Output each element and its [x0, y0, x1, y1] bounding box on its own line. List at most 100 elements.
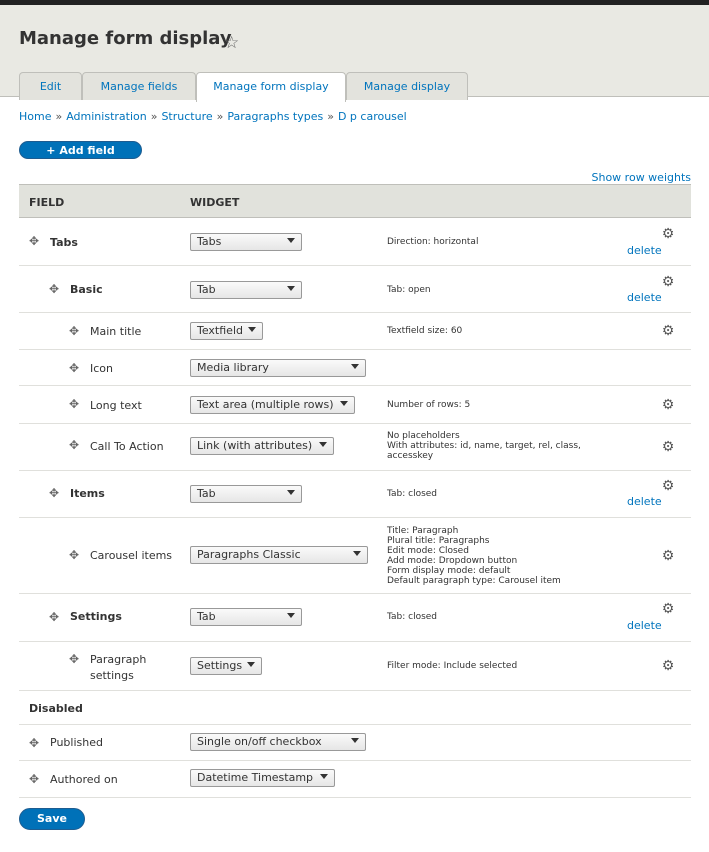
field-label: Tabs — [50, 236, 78, 249]
breadcrumb-administration[interactable]: Administration — [66, 110, 147, 123]
tab-manage-form-display[interactable]: Manage form display — [196, 72, 346, 102]
breadcrumb-home[interactable]: Home — [19, 110, 51, 123]
breadcrumb-current[interactable]: D p carousel — [338, 110, 407, 123]
gear-icon[interactable]: ⚙ — [661, 549, 675, 563]
widget-select[interactable]: Media library — [190, 359, 366, 377]
table-row: ✥ Items Tab Tab: closed ⚙ delete — [19, 471, 691, 518]
gear-icon[interactable]: ⚙ — [661, 398, 675, 412]
breadcrumb-separator: » — [150, 110, 158, 123]
widget-summary: Number of rows: 5 — [387, 400, 471, 410]
chevron-down-icon — [247, 662, 255, 667]
widget-summary: Filter mode: Include selected — [387, 661, 518, 671]
gear-icon[interactable]: ⚙ — [661, 324, 675, 338]
table-row: ✥ Call To Action Link (with attributes) … — [19, 424, 691, 471]
gear-icon[interactable]: ⚙ — [661, 275, 675, 289]
widget-select[interactable]: Paragraphs Classic — [190, 546, 368, 564]
chevron-down-icon — [320, 774, 328, 779]
gear-icon[interactable]: ⚙ — [661, 227, 675, 241]
delete-link[interactable]: delete — [627, 244, 662, 257]
widget-summary: Title: Paragraph Plural title: Paragraph… — [387, 526, 561, 586]
widget-summary: Tab: open — [387, 285, 431, 295]
field-label: Icon — [90, 362, 113, 375]
drag-handle-icon[interactable]: ✥ — [68, 325, 80, 337]
widget-select[interactable]: Settings — [190, 657, 262, 675]
chevron-down-icon — [340, 401, 348, 406]
chevron-down-icon — [287, 490, 295, 495]
drag-handle-icon[interactable]: ✥ — [28, 235, 40, 247]
region-title-disabled: Disabled — [29, 702, 83, 715]
gear-icon[interactable]: ⚙ — [661, 440, 675, 454]
chevron-down-icon — [351, 364, 359, 369]
drag-handle-icon[interactable]: ✥ — [68, 653, 80, 665]
delete-link[interactable]: delete — [627, 291, 662, 304]
chevron-down-icon — [287, 286, 295, 291]
delete-link[interactable]: delete — [627, 619, 662, 632]
widget-select[interactable]: Text area (multiple rows) — [190, 396, 355, 414]
widget-select[interactable]: Single on/off checkbox — [190, 733, 366, 751]
drag-handle-icon[interactable]: ✥ — [68, 398, 80, 410]
select-value: Textfield — [197, 324, 243, 337]
select-value: Tab — [197, 487, 216, 500]
header-field: FIELD — [29, 196, 65, 209]
widget-summary: Direction: horizontal — [387, 237, 479, 247]
chevron-down-icon — [287, 238, 295, 243]
select-value: Link (with attributes) — [197, 439, 313, 452]
table-row: ✥ Authored on Datetime Timestamp — [19, 761, 691, 798]
select-value: Media library — [197, 361, 269, 374]
page-title: Manage form display — [19, 28, 232, 49]
tab-manage-fields[interactable]: Manage fields — [82, 72, 196, 100]
star-outline-icon[interactable]: ☆ — [224, 33, 239, 53]
drag-handle-icon[interactable]: ✥ — [28, 737, 40, 749]
field-label: Authored on — [50, 773, 118, 786]
chevron-down-icon — [353, 551, 361, 556]
select-value: Single on/off checkbox — [197, 735, 322, 748]
select-value: Tab — [197, 283, 216, 296]
chevron-down-icon — [287, 613, 295, 618]
field-label: Published — [50, 736, 103, 749]
tab-manage-display[interactable]: Manage display — [346, 72, 468, 100]
drag-handle-icon[interactable]: ✥ — [48, 487, 60, 499]
page-header: Manage form display ☆ Edit Manage fields… — [0, 5, 709, 102]
select-value: Tab — [197, 610, 216, 623]
chevron-down-icon — [248, 327, 256, 332]
widget-summary: Tab: closed — [387, 612, 438, 622]
add-field-group-button[interactable]: + Add field group — [19, 141, 142, 175]
table-row: ✥ Carousel items Paragraphs Classic Titl… — [19, 518, 691, 594]
widget-select[interactable]: Link (with attributes) — [190, 437, 334, 455]
gear-icon[interactable]: ⚙ — [661, 659, 675, 673]
drag-handle-icon[interactable]: ✥ — [68, 362, 80, 374]
breadcrumb-paragraphs-types[interactable]: Paragraphs types — [227, 110, 323, 123]
select-value: Settings — [197, 659, 243, 672]
breadcrumb-separator: » — [55, 110, 63, 123]
drag-handle-icon[interactable]: ✥ — [68, 549, 80, 561]
widget-select[interactable]: Tabs — [190, 233, 302, 251]
field-label: Items — [70, 487, 105, 500]
chevron-down-icon — [351, 738, 359, 743]
field-label: Main title — [90, 325, 142, 338]
show-row-weights-link[interactable]: Show row weights — [592, 171, 692, 184]
select-value: Text area (multiple rows) — [197, 398, 334, 411]
widget-select[interactable]: Tab — [190, 485, 302, 503]
save-button[interactable]: Save — [19, 808, 85, 830]
widget-summary: No placeholders With attributes: id, nam… — [387, 431, 581, 461]
tab-edit[interactable]: Edit — [19, 72, 82, 100]
drag-handle-icon[interactable]: ✥ — [68, 439, 80, 451]
table-header: FIELD WIDGET — [19, 184, 691, 218]
widget-select[interactable]: Tab — [190, 281, 302, 299]
table-row: ✥ Published Single on/off checkbox — [19, 725, 691, 761]
drag-handle-icon[interactable]: ✥ — [48, 283, 60, 295]
widget-select[interactable]: Textfield — [190, 322, 263, 340]
delete-link[interactable]: delete — [627, 495, 662, 508]
table-row: ✥ Settings Tab Tab: closed ⚙ delete — [19, 594, 691, 642]
table-row: ✥ Main title Textfield Textfield size: 6… — [19, 313, 691, 350]
breadcrumb-structure[interactable]: Structure — [161, 110, 212, 123]
gear-icon[interactable]: ⚙ — [661, 479, 675, 493]
region-title-row: Disabled — [19, 691, 691, 725]
table-row: ✥ Tabs Tabs Direction: horizontal ⚙ dele… — [19, 218, 691, 266]
drag-handle-icon[interactable]: ✥ — [28, 773, 40, 785]
gear-icon[interactable]: ⚙ — [661, 602, 675, 616]
drag-handle-icon[interactable]: ✥ — [48, 611, 60, 623]
breadcrumb: Home» Administration» Structure» Paragraphs… — [19, 110, 407, 123]
widget-select[interactable]: Tab — [190, 608, 302, 626]
widget-select[interactable]: Datetime Timestamp — [190, 769, 335, 787]
